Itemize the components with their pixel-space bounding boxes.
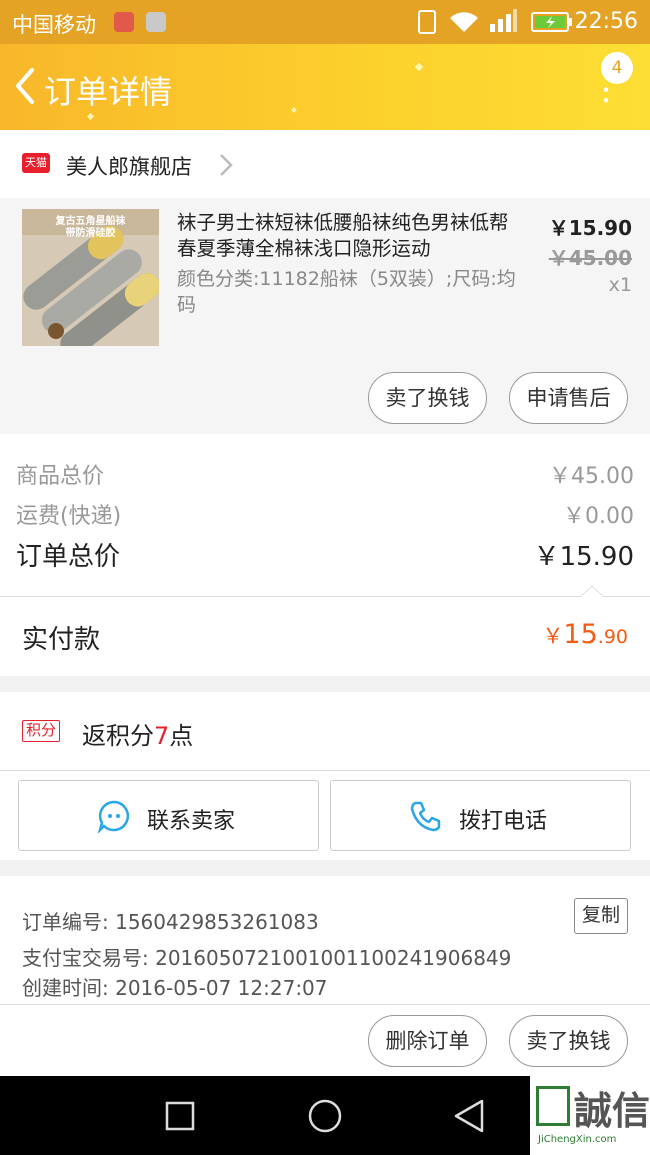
- resell-bottom-button[interactable]: 卖了换钱: [509, 1015, 628, 1067]
- shipping-label: 运费(快递): [16, 504, 122, 529]
- points-text: 返积分7点: [82, 716, 193, 751]
- shipping-value: ￥0.00: [563, 504, 634, 529]
- order-total-value: ￥15.90: [533, 542, 634, 572]
- back-arrow-icon[interactable]: [12, 66, 40, 106]
- order-item[interactable]: 复古五角星船袜 带防滑硅胶 袜子男士袜短袜低腰船袜纯色男袜低帮春夏季薄全棉袜浅口…: [0, 198, 650, 434]
- contact-seller-button[interactable]: 联系卖家: [18, 780, 319, 851]
- points-suffix: 点: [169, 722, 194, 750]
- pointer-notch: [580, 585, 604, 598]
- chevron-right-icon: [220, 154, 233, 176]
- watermark-logo-text: 誠信: [574, 1089, 650, 1133]
- vibrate-icon: [418, 10, 436, 34]
- price-summary: 商品总价 ￥45.00 运费(快递) ￥0.00 订单总价 ￥15.90: [0, 434, 650, 596]
- image-notification-icon: [146, 12, 166, 32]
- amount-paid-value: ￥15.90: [542, 619, 628, 650]
- call-phone-button[interactable]: 拨打电话: [330, 780, 631, 851]
- amount-paid-integer: 15: [563, 619, 598, 650]
- resell-button[interactable]: 卖了换钱: [368, 372, 487, 424]
- wifi-icon: [450, 12, 478, 32]
- product-price: ￥15.90: [548, 216, 632, 240]
- chat-bubble-icon: [97, 800, 130, 833]
- clock: 22:56: [574, 9, 638, 34]
- amount-paid-decimal: .90: [597, 626, 628, 648]
- after-sale-button[interactable]: 申请售后: [509, 372, 628, 424]
- points-row: 积分 返积分7点: [0, 692, 650, 770]
- store-row[interactable]: 天猫 美人郎旗舰店: [0, 130, 650, 198]
- order-total-label: 订单总价: [16, 542, 121, 572]
- store-name[interactable]: 美人郎旗舰店: [66, 151, 192, 181]
- delete-order-button[interactable]: 删除订单: [368, 1015, 487, 1067]
- more-menu-icon[interactable]: [603, 84, 609, 106]
- phone-icon: [410, 801, 441, 832]
- signal-icon: [490, 9, 517, 32]
- order-info: 订单编号: 1560429853261083 复制 支付宝交易号: 201605…: [0, 876, 650, 1004]
- carrier-name: 中国移动: [12, 13, 96, 37]
- sparkle-decoration: [291, 107, 297, 113]
- tmall-logo: 天猫: [22, 153, 50, 173]
- amount-paid-row: 实付款 ￥15.90: [0, 585, 650, 676]
- copy-button[interactable]: 复制: [574, 898, 628, 934]
- page-title: 订单详情: [44, 73, 173, 111]
- watermark-url: JiChengXin.com: [538, 1134, 617, 1145]
- points-tag: 积分: [22, 720, 61, 742]
- product-original-price: ￥45.00: [548, 246, 632, 270]
- recents-icon[interactable]: [164, 1100, 196, 1132]
- order-number: 订单编号: 1560429853261083: [22, 910, 319, 934]
- app-header: 订单详情 4: [0, 44, 650, 130]
- contact-actions: 联系卖家 拨打电话: [0, 770, 650, 860]
- goods-total-label: 商品总价: [16, 464, 105, 489]
- watermark: 誠信 JiChengXin.com: [530, 1076, 650, 1155]
- shipping-row: 运费(快递) ￥0.00: [16, 498, 634, 530]
- amount-paid-label: 实付款: [22, 625, 101, 655]
- message-count-badge[interactable]: 4: [601, 52, 633, 84]
- product-sku: 颜色分类:11182船袜（5双装）;尺码:均码: [177, 268, 516, 316]
- sparkle-decoration: [86, 112, 95, 121]
- system-navigation-bar: 誠信 JiChengXin.com: [0, 1076, 650, 1155]
- status-bar: 中国移动 22:56: [0, 0, 650, 44]
- back-nav-icon[interactable]: [452, 1098, 486, 1134]
- call-phone-label: 拨打电话: [459, 809, 548, 834]
- battery-icon: [531, 12, 572, 32]
- mail-notification-icon: [114, 12, 134, 32]
- watermark-logo-icon: [536, 1086, 570, 1126]
- thumbnail-caption: 带防滑硅胶: [65, 228, 116, 239]
- goods-total-row: 商品总价 ￥45.00: [16, 458, 634, 490]
- amount-paid-currency: ￥: [542, 624, 564, 648]
- product-quantity: x1: [608, 274, 632, 296]
- created-time: 创建时间: 2016-05-07 12:27:07: [22, 976, 328, 1000]
- points-value: 7: [154, 722, 170, 750]
- sparkle-decoration: [414, 62, 424, 72]
- product-title[interactable]: 袜子男士袜短袜低腰船袜纯色男袜低帮春夏季薄全棉袜浅口隐形运动: [177, 210, 517, 262]
- alipay-trade-number: 支付宝交易号: 2016050721001001100241906849: [22, 946, 512, 970]
- contact-seller-label: 联系卖家: [147, 809, 236, 834]
- goods-total-value: ￥45.00: [549, 464, 634, 489]
- order-total-row: 订单总价 ￥15.90: [16, 536, 634, 573]
- points-prefix: 返积分: [82, 722, 154, 750]
- bottom-action-bar: 删除订单 卖了换钱: [0, 1004, 650, 1076]
- product-thumbnail[interactable]: 复古五角星船袜 带防滑硅胶: [22, 209, 159, 346]
- home-icon[interactable]: [307, 1098, 343, 1134]
